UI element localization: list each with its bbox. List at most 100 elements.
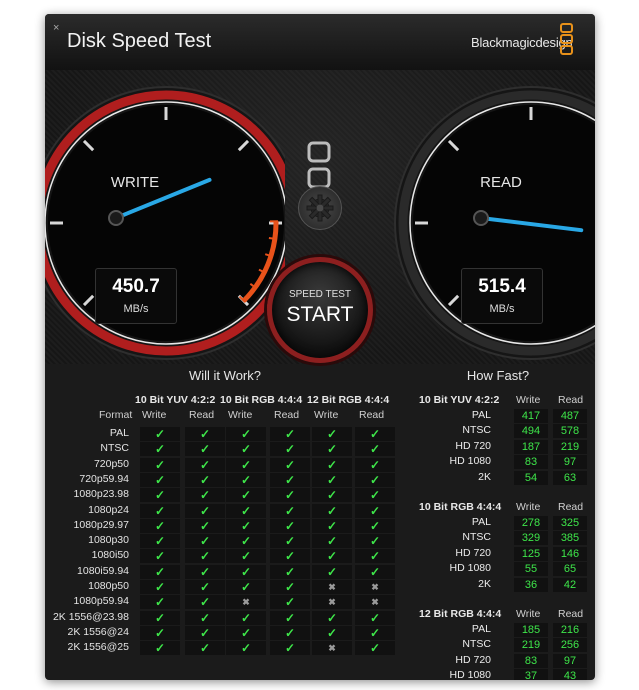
format-label: 1080p23.98 <box>73 488 129 501</box>
write-speed-cell: 37 <box>514 669 548 680</box>
check-icon: ✓ <box>312 427 352 441</box>
read-column-header: Read <box>558 608 584 620</box>
check-icon: ✓ <box>270 518 310 533</box>
format-group-header: 10 Bit RGB 4:4:4 <box>220 394 303 406</box>
check-icon: ✓ <box>270 549 310 564</box>
write-speed-cell: 278 <box>514 516 548 530</box>
format-label: 720p59.94 <box>79 472 129 485</box>
check-icon: ✓ <box>355 534 395 549</box>
format-label: 1080i59.94 <box>77 564 129 577</box>
write-gauge-needle-hub <box>108 210 124 226</box>
check-icon: ✓ <box>226 564 266 579</box>
speed-group-header: 10 Bit RGB 4:4:4 <box>419 501 502 513</box>
check-icon: ✓ <box>226 457 266 472</box>
speed-row-label: NTSC <box>462 638 491 651</box>
write-speed-unit: MB/s <box>123 303 149 315</box>
check-icon: ✓ <box>270 641 310 656</box>
format-label: 1080p50 <box>88 580 129 592</box>
check-icon: ✓ <box>226 442 266 457</box>
check-icon: ✓ <box>185 580 225 594</box>
format-label: 2K 1556@23.98 <box>52 610 129 623</box>
read-speed-cell: 219 <box>553 439 587 454</box>
check-icon: ✓ <box>185 518 225 533</box>
write-speed-cell: 83 <box>514 455 548 470</box>
check-icon: ✓ <box>270 427 310 441</box>
check-icon: ✓ <box>185 488 225 503</box>
read-speed-cell: 385 <box>553 531 587 546</box>
check-icon: ✓ <box>140 580 180 594</box>
check-icon: ✓ <box>355 518 395 533</box>
check-icon: ✓ <box>355 472 395 487</box>
check-icon: ✓ <box>270 580 310 594</box>
check-icon: ✓ <box>185 472 225 487</box>
check-icon: ✓ <box>226 641 266 656</box>
read-speed-cell: 97 <box>553 653 587 668</box>
write-speed-cell: 494 <box>514 424 548 439</box>
write-speed-cell: 187 <box>514 439 548 454</box>
check-icon: ✓ <box>226 625 266 640</box>
write-column-header: Write <box>516 394 541 406</box>
close-icon[interactable]: × <box>53 22 59 34</box>
speed-row-label: 2K <box>478 470 491 483</box>
check-icon: ✓ <box>185 427 225 441</box>
check-icon: ✓ <box>355 564 395 579</box>
speed-row-label: HD 720 <box>455 439 491 452</box>
speed-row-label: PAL <box>471 623 491 635</box>
write-column-header: Write <box>228 409 253 421</box>
check-icon: ✓ <box>270 442 310 457</box>
read-gauge-label: READ <box>480 174 522 191</box>
read-speed-cell: 42 <box>553 577 587 592</box>
check-icon: ✓ <box>140 427 180 441</box>
read-speed-cell: 65 <box>553 562 587 577</box>
start-button-caption: SPEED TEST <box>288 289 352 300</box>
how-fast-title: How Fast? <box>466 368 530 383</box>
format-label: 720p50 <box>93 457 129 470</box>
check-icon: ✓ <box>140 549 180 564</box>
check-icon: ✓ <box>185 610 225 625</box>
speed-row-label: HD 1080 <box>449 455 491 468</box>
brand-name: Blackmagicdesign <box>471 35 573 50</box>
cross-icon: ✖ <box>312 641 352 656</box>
read-speed-cell: 578 <box>553 424 587 439</box>
check-icon: ✓ <box>226 580 266 594</box>
how-fast-panel: How Fast? 10 Bit YUV 4:2:2 Write Read PAL 417… <box>405 364 591 680</box>
check-icon: ✓ <box>140 488 180 503</box>
cross-icon: ✖ <box>312 580 352 594</box>
cross-icon: ✖ <box>355 595 395 610</box>
check-icon: ✓ <box>140 595 180 610</box>
check-icon: ✓ <box>270 488 310 503</box>
check-icon: ✓ <box>226 518 266 533</box>
read-speed-cell: 325 <box>553 516 587 530</box>
start-button[interactable]: SPEED TEST START <box>267 257 373 363</box>
check-icon: ✓ <box>185 503 225 518</box>
write-column-header: Write <box>516 608 541 620</box>
check-icon: ✓ <box>226 610 266 625</box>
format-label: NTSC <box>100 442 129 455</box>
settings-button[interactable] <box>298 186 342 230</box>
gear-icon <box>306 194 334 222</box>
check-icon: ✓ <box>270 625 310 640</box>
title-bar[interactable]: × Disk Speed Test Blackmagicdesign <box>45 14 595 70</box>
format-label: 1080p30 <box>88 534 129 547</box>
read-column-header: Read <box>189 409 215 421</box>
cross-icon: ✖ <box>226 595 266 610</box>
read-column-header: Read <box>274 409 300 421</box>
speed-row-label: HD 720 <box>455 653 491 666</box>
speed-row-label: PAL <box>471 409 491 421</box>
cross-icon: ✖ <box>355 580 395 594</box>
read-speed-cell: 256 <box>553 638 587 653</box>
speed-group-header: 10 Bit YUV 4:2:2 <box>419 394 500 406</box>
check-icon: ✓ <box>226 488 266 503</box>
read-speed-cell: 216 <box>553 623 587 637</box>
speed-row-label: NTSC <box>462 424 491 437</box>
check-icon: ✓ <box>355 503 395 518</box>
read-gauge-needle-hub <box>473 210 489 226</box>
check-icon: ✓ <box>226 503 266 518</box>
check-icon: ✓ <box>312 488 352 503</box>
check-icon: ✓ <box>226 549 266 564</box>
check-icon: ✓ <box>140 564 180 579</box>
write-column-header: Write <box>314 409 339 421</box>
check-icon: ✓ <box>185 625 225 640</box>
speed-row-label: 2K <box>478 577 491 590</box>
write-speed-cell: 36 <box>514 577 548 592</box>
